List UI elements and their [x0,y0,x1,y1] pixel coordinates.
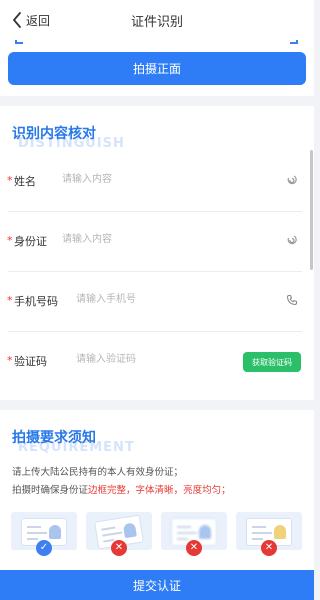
form-row-phone: * 手机号码 [0,272,314,332]
page-title: 证件识别 [130,15,183,30]
required-mark: * [7,354,13,367]
requirement-line-2: 拍摄时确保身份证边框完整，字体清晰，亮度均匀； [12,482,231,496]
close-icon: ✕ [186,540,202,556]
requirement-separator: ， [173,485,184,496]
field-label-id: 身份证 [14,235,47,248]
close-icon: ✕ [261,540,277,556]
frame-corner-right [290,40,298,44]
section-title-verify: 识别内容核对 [12,126,96,142]
field-label-code: 验证码 [14,355,47,368]
get-code-button[interactable]: 获取验证码 [243,352,301,372]
voice-icon[interactable] [286,234,298,246]
required-mark: * [7,294,13,307]
requirement-highlight: 字体清晰 [135,485,174,496]
section-title-requirements: 拍摄要求须知 [12,430,96,446]
close-icon: ✕ [111,540,127,556]
form-row-id: * 身份证 [0,212,314,272]
required-mark: * [7,174,13,187]
name-input[interactable] [62,171,212,187]
requirement-text: 拍摄时确保身份证 [12,485,89,496]
required-mark: * [7,234,13,247]
field-label-phone: 手机号码 [14,295,58,308]
voice-icon[interactable] [286,174,298,186]
verification-code-input[interactable] [76,351,216,367]
phone-icon[interactable] [286,294,298,306]
requirement-separator: ， [126,485,136,496]
phone-input[interactable] [76,291,226,307]
submit-button[interactable]: 提交认证 [0,570,314,600]
nav-bar: 返回 证件识别 [0,0,314,40]
form-row-name: * 姓名 [0,152,314,212]
id-number-input[interactable] [62,231,212,247]
requirement-line-1: 请上传大陆公民持有的本人有效身份证； [12,467,184,478]
requirement-highlight: 边框完整 [88,485,127,496]
check-icon: ✓ [36,540,52,556]
requirement-highlight: 亮度均匀 [183,485,222,496]
capture-front-button[interactable]: 拍摄正面 [8,52,306,85]
field-label-name: 姓名 [14,175,36,188]
frame-corner-left [15,40,23,44]
scrollbar[interactable] [310,150,313,270]
requirement-separator: ； [221,485,231,496]
